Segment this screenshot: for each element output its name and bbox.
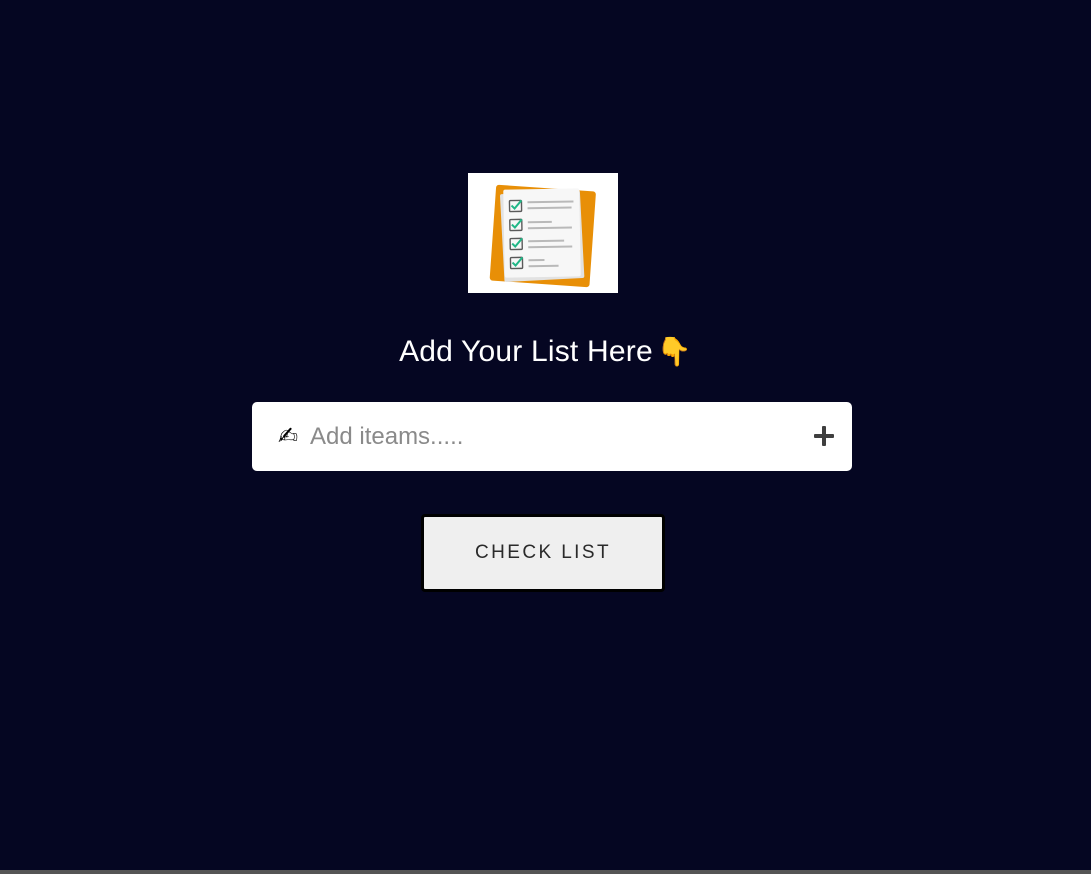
add-item-input[interactable]: [310, 415, 790, 459]
add-item-button[interactable]: [810, 422, 838, 450]
pointing-down-icon: 👇: [656, 336, 692, 367]
checklist-logo: [468, 173, 618, 293]
app-page: Add Your List Here👇 ✍ CHECK LIST: [0, 0, 1091, 874]
page-heading: Add Your List Here 👇: [0, 330, 1091, 374]
heading-text: Add Your List Here: [399, 335, 653, 368]
writing-hand-icon: ✍: [278, 423, 299, 450]
check-list-button[interactable]: CHECK LIST: [421, 514, 665, 592]
add-item-bar: ✍: [252, 402, 852, 471]
bottom-divider: [0, 870, 1091, 874]
checklist-clipboard-icon: [489, 184, 596, 288]
